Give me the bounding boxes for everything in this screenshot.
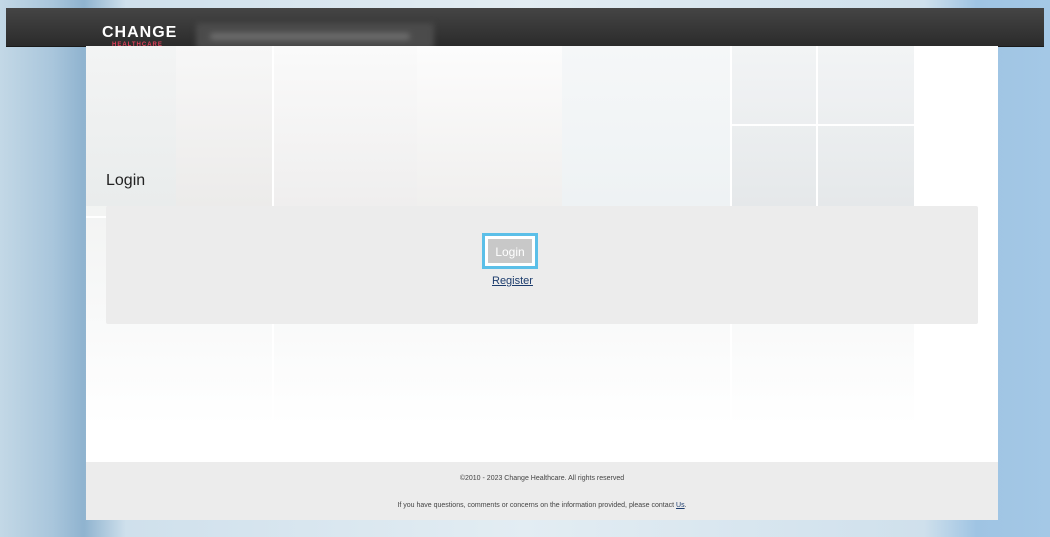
contact-sentence: If you have questions, comments or conce… bbox=[397, 502, 677, 509]
hero-divider bbox=[816, 46, 818, 206]
contact-us-link[interactable]: Us bbox=[676, 502, 685, 509]
contact-text: If you have questions, comments or conce… bbox=[86, 502, 998, 509]
hero-divider bbox=[730, 124, 914, 126]
login-button-focus-ring: Login bbox=[482, 233, 538, 269]
hero-tile bbox=[272, 46, 417, 206]
logo-word: CHANGE bbox=[102, 24, 178, 41]
copyright-text: ©2010 - 2023 Change Healthcare. All righ… bbox=[459, 475, 625, 482]
hero-tile bbox=[562, 46, 730, 206]
hero-tile bbox=[730, 46, 914, 206]
login-button[interactable]: Login bbox=[488, 239, 532, 263]
top-bar: CHANGE HEALTHCARE bbox=[6, 8, 1044, 49]
register-link[interactable]: Register bbox=[492, 275, 533, 287]
page-title: Login bbox=[106, 172, 146, 189]
contact-end: . bbox=[684, 502, 687, 509]
change-healthcare-logo[interactable]: CHANGE HEALTHCARE bbox=[102, 24, 186, 48]
main-card: Login Login Register ©2010 - 2023 Change… bbox=[86, 46, 998, 520]
hero-tile bbox=[176, 46, 272, 206]
footer: ©2010 - 2023 Change Healthcare. All righ… bbox=[86, 462, 998, 520]
hero-tile bbox=[417, 46, 562, 206]
login-panel: Login Register bbox=[106, 206, 978, 324]
